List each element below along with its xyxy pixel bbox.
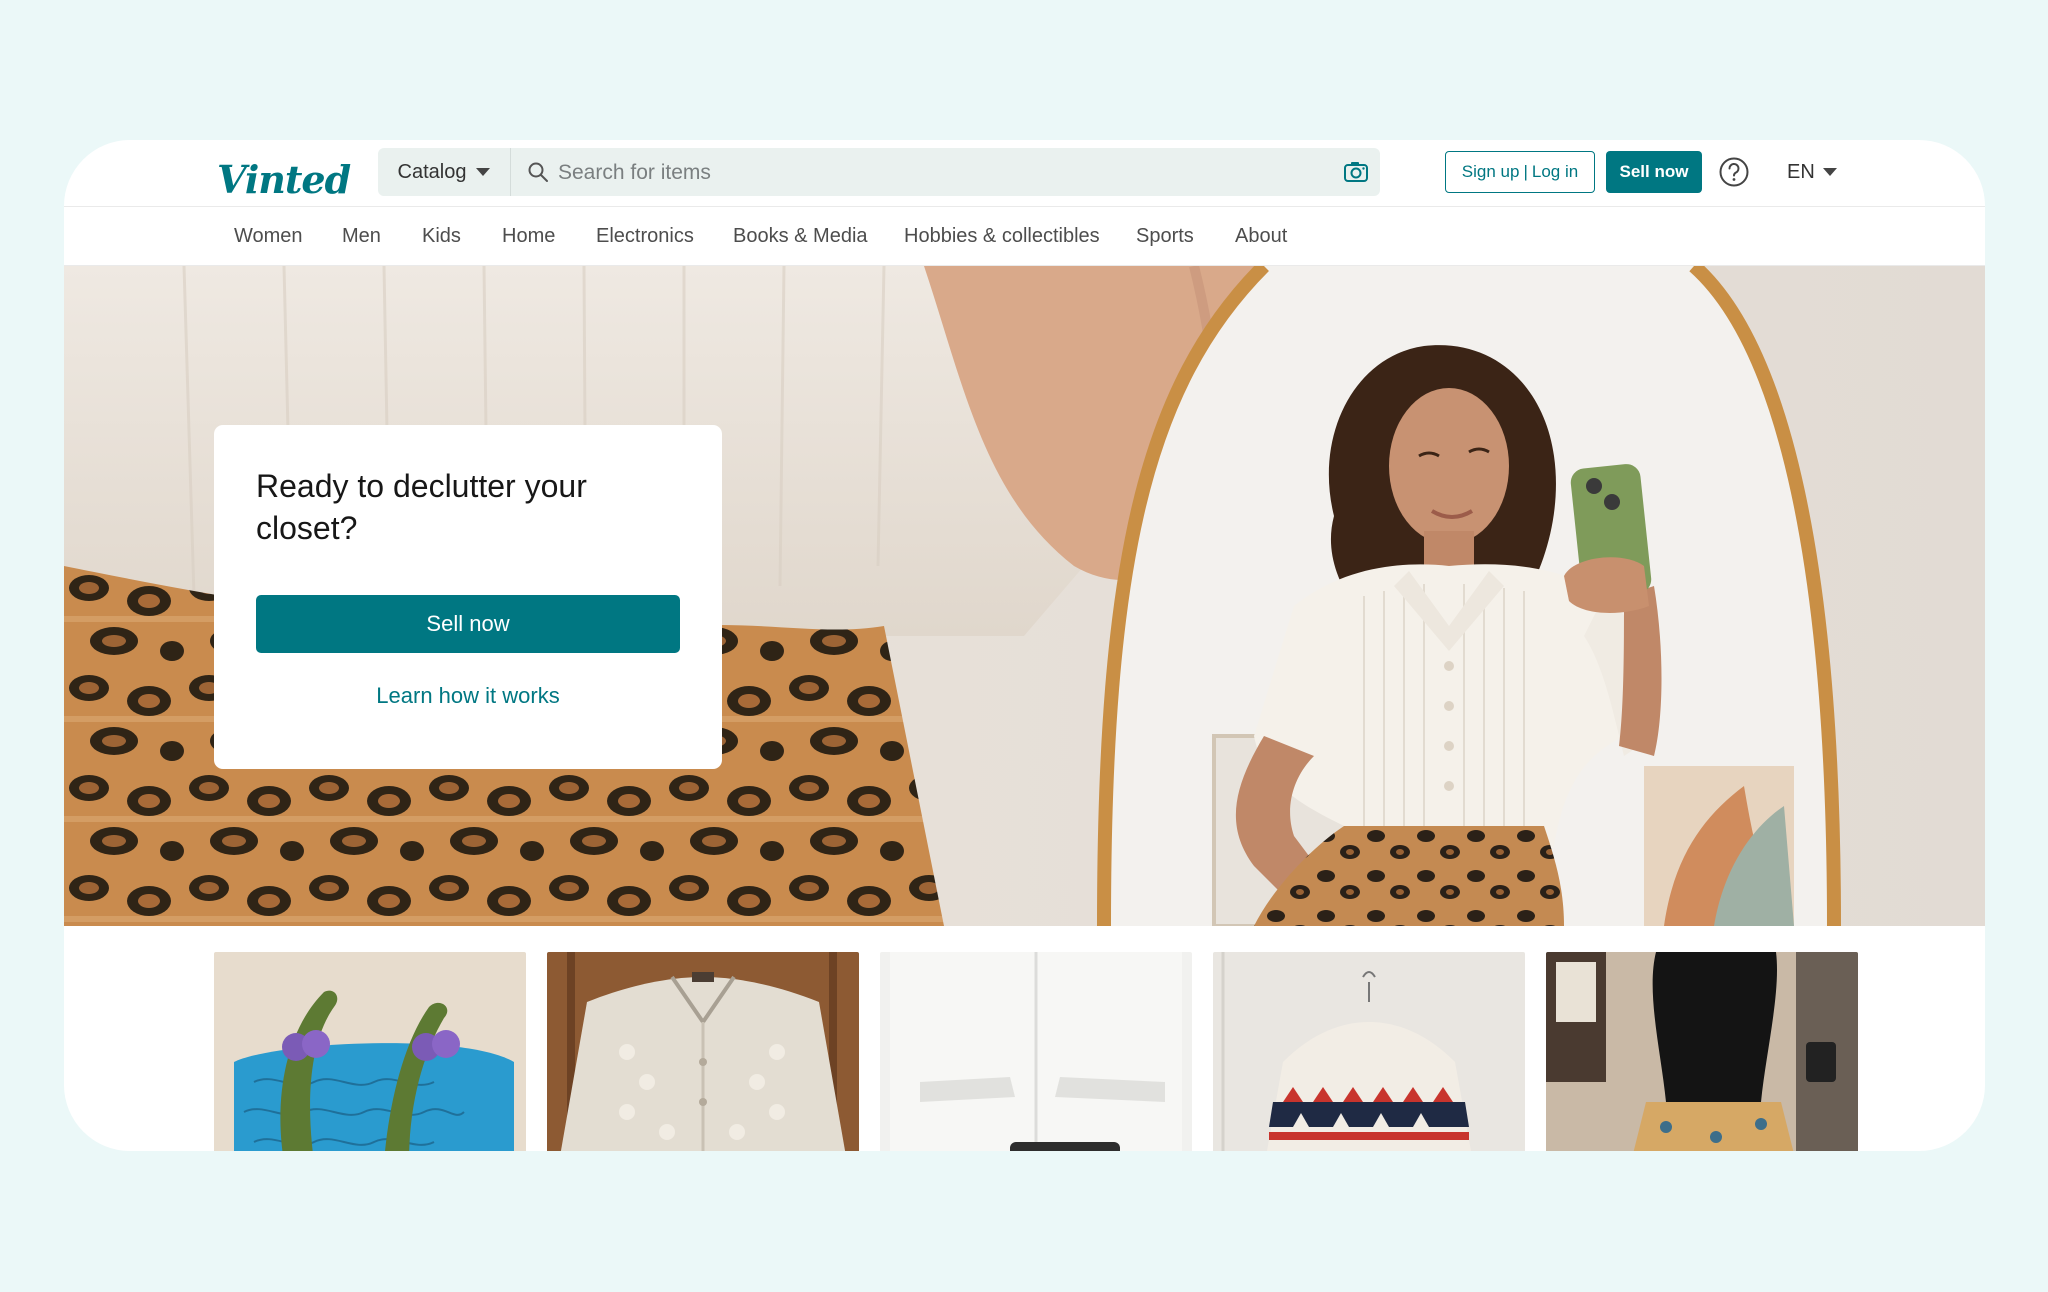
nav-item-men[interactable]: Men (342, 207, 381, 265)
signup-label[interactable]: Sign up (1462, 162, 1520, 182)
search-input[interactable] (556, 154, 1340, 192)
language-selector[interactable]: EN (1787, 156, 1837, 188)
thumbnail-black-top[interactable] (1546, 952, 1858, 1151)
hero-sell-now-button[interactable]: Sell now (256, 595, 680, 653)
login-label[interactable]: Log in (1532, 162, 1578, 182)
header-sell-now-button[interactable]: Sell now (1606, 151, 1702, 193)
thumbnail-blue-bag[interactable] (214, 952, 526, 1151)
nav-item-electronics[interactable]: Electronics (596, 207, 694, 265)
search-icon (528, 162, 548, 182)
catalog-dropdown[interactable]: Catalog (378, 148, 511, 196)
nav-item-kids[interactable]: Kids (422, 207, 461, 265)
nav-item-women[interactable]: Women (234, 207, 303, 265)
browser-window: Vinted Catalog Sign up | Log in Sell now… (64, 140, 1985, 1151)
nav-item-about[interactable]: About (1235, 207, 1287, 265)
catalog-label: Catalog (397, 160, 467, 183)
nav-item-sports[interactable]: Sports (1136, 207, 1194, 265)
hero-card: Ready to declutter your closet? Sell now… (214, 425, 722, 769)
language-label: EN (1787, 160, 1815, 183)
chevron-down-icon (1822, 168, 1837, 176)
learn-how-it-works-link[interactable]: Learn how it works (256, 683, 680, 709)
nav-item-books-media[interactable]: Books & Media (733, 207, 868, 265)
auth-separator: | (1523, 162, 1528, 181)
hero-title: Ready to declutter your closet? (256, 468, 587, 546)
camera-search-icon[interactable] (1342, 158, 1370, 186)
search-bar: Catalog (378, 148, 1380, 196)
vinted-logo[interactable]: Vinted (217, 148, 351, 212)
nav-item-hobbies-collectibles[interactable]: Hobbies & collectibles (904, 207, 1100, 265)
thumbnail-cream-cardigan[interactable] (547, 952, 859, 1151)
nav-item-home[interactable]: Home (502, 207, 555, 265)
thumbnail-white-door[interactable] (880, 952, 1192, 1151)
category-nav: Women Men Kids Home Electronics Books & … (64, 206, 1985, 266)
question-circle-icon[interactable] (1718, 156, 1750, 188)
thumbnail-fairisle-sweater[interactable] (1213, 952, 1525, 1151)
hero-banner: Ready to declutter your closet? Sell now… (64, 266, 1985, 926)
signup-login-button[interactable]: Sign up | Log in (1445, 151, 1595, 193)
chevron-down-icon (476, 168, 491, 176)
